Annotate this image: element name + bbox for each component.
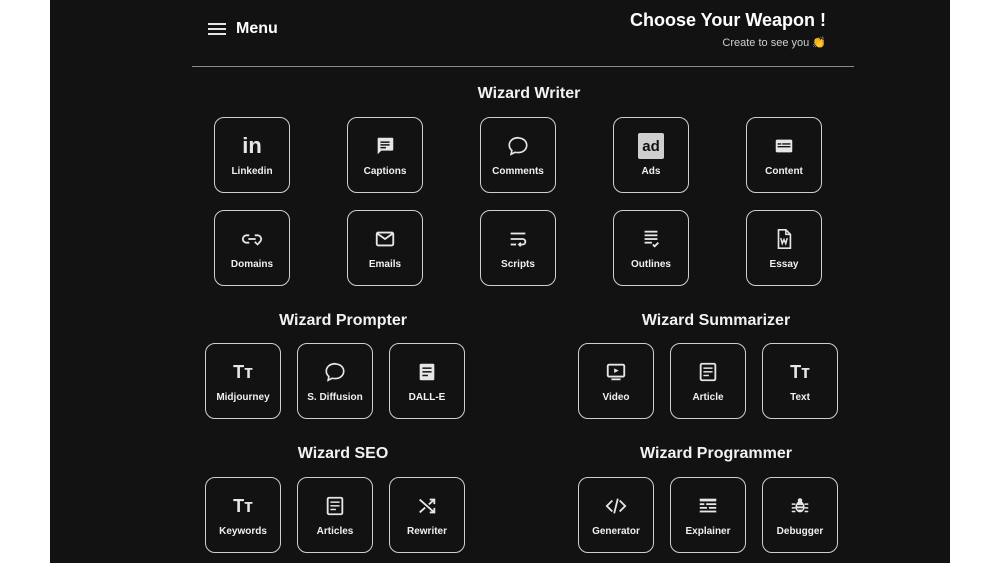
text-size-icon: Tт	[790, 361, 810, 382]
section-title-prompter: Wizard Prompter	[279, 312, 407, 329]
tile-debugger[interactable]: Debugger	[762, 477, 838, 553]
tile-label: Keywords	[219, 526, 267, 537]
caption-icon	[372, 133, 398, 159]
wrap-text-icon	[505, 226, 531, 252]
content-icon	[771, 133, 797, 159]
article-icon	[414, 359, 440, 385]
tile-label: Comments	[492, 166, 544, 177]
tile-outlines[interactable]: Outlines	[613, 210, 689, 286]
comment-icon	[505, 133, 531, 159]
tile-label: DALL-E	[408, 392, 446, 403]
video-icon	[603, 359, 629, 385]
article-icon	[322, 493, 348, 519]
link-icon	[239, 226, 265, 252]
tile-domains[interactable]: Domains	[214, 210, 290, 286]
tile-label: Domains	[230, 259, 274, 270]
tile-label: Outlines	[630, 259, 671, 270]
tile-ads[interactable]: ad Ads	[613, 117, 689, 193]
tile-dall-e[interactable]: DALL-E	[389, 343, 465, 419]
menu-button[interactable]: Menu	[208, 18, 278, 40]
page-title: Choose Your Weapon !	[629, 10, 826, 30]
tile-s-diffusion[interactable]: S. Diffusion	[297, 343, 373, 419]
tile-comments[interactable]: Comments	[480, 117, 556, 193]
tile-scripts[interactable]: Scripts	[480, 210, 556, 286]
tile-label: Scripts	[501, 259, 535, 270]
tile-label: Video	[602, 392, 630, 403]
tile-midjourney[interactable]: Tт Midjourney	[205, 343, 281, 419]
word-document-icon	[771, 226, 797, 252]
tile-label: Articles	[316, 526, 354, 537]
tile-generator[interactable]: Generator	[578, 477, 654, 553]
app-frame: Menu Choose Your Weapon ! Create to see …	[50, 0, 950, 563]
tile-label: S. Diffusion	[307, 392, 363, 403]
section-title-summarizer: Wizard Summarizer	[641, 312, 791, 329]
tile-label: Captions	[363, 166, 407, 177]
shuffle-icon	[414, 493, 440, 519]
tile-essay[interactable]: Essay	[746, 210, 822, 286]
tile-article[interactable]: Article	[670, 343, 746, 419]
tile-captions[interactable]: Captions	[347, 117, 423, 193]
tile-label: Midjourney	[216, 392, 270, 403]
tile-label: Article	[692, 392, 724, 403]
tile-label: Debugger	[776, 526, 824, 537]
tile-label: Explainer	[685, 526, 731, 537]
tile-label: Linkedin	[231, 166, 273, 177]
tile-articles[interactable]: Articles	[297, 477, 373, 553]
section-title-writer: Wizard Writer	[477, 85, 581, 102]
outline-icon	[638, 226, 664, 252]
tile-linkedin[interactable]: in Linkedin	[214, 117, 290, 193]
comment-icon	[322, 359, 348, 385]
linkedin-icon: in	[242, 133, 262, 158]
tile-emails[interactable]: Emails	[347, 210, 423, 286]
tile-content[interactable]: Content	[746, 117, 822, 193]
tile-text[interactable]: Tт Text	[762, 343, 838, 419]
code-icon	[603, 493, 629, 519]
tile-explainer[interactable]: Explainer	[670, 477, 746, 553]
page-subtitle: Create to see you 👏	[722, 37, 826, 49]
ad-icon: ad	[638, 133, 664, 159]
email-icon	[372, 226, 398, 252]
tile-label: Text	[790, 392, 810, 403]
tile-video[interactable]: Video	[578, 343, 654, 419]
section-title-seo: Wizard SEO	[297, 445, 389, 462]
section-title-programmer: Wizard Programmer	[640, 445, 792, 462]
tile-label: Ads	[641, 166, 661, 177]
hamburger-icon	[208, 23, 226, 35]
menu-label: Menu	[236, 20, 278, 37]
tile-label: Emails	[368, 259, 402, 270]
article-icon	[695, 359, 721, 385]
text-size-icon: Tт	[233, 361, 253, 382]
text-size-icon: Tт	[233, 495, 253, 516]
tile-label: Generator	[592, 526, 640, 537]
tile-label: Essay	[769, 259, 799, 270]
tile-keywords[interactable]: Tт Keywords	[205, 477, 281, 553]
bug-icon	[787, 493, 813, 519]
explainer-icon	[695, 493, 721, 519]
tile-rewriter[interactable]: Rewriter	[389, 477, 465, 553]
tile-label: Content	[765, 166, 803, 177]
header: Menu Choose Your Weapon ! Create to see …	[192, 0, 854, 67]
tile-label: Rewriter	[406, 526, 447, 537]
